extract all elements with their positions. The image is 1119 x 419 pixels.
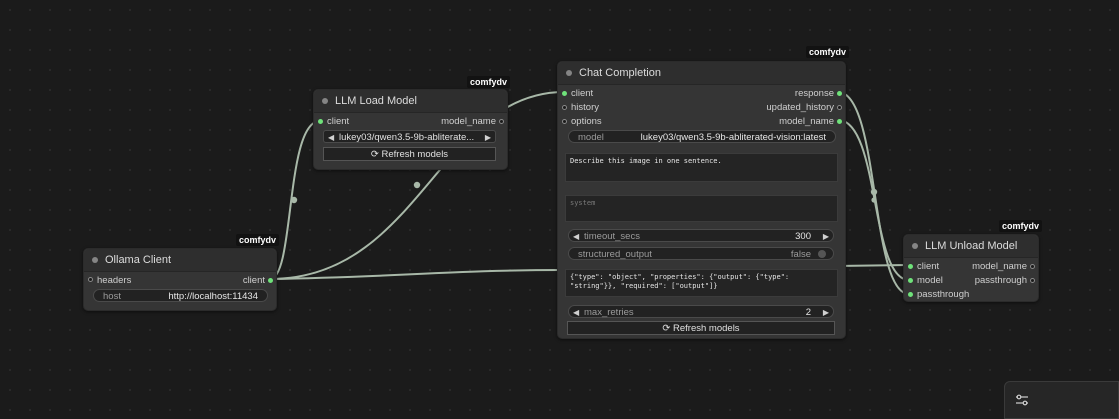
wire-client-to-chat-lower bbox=[269, 269, 565, 280]
output-socket-model-name[interactable] bbox=[1030, 264, 1035, 269]
input-label-client: client bbox=[327, 116, 350, 127]
model-value: lukey03/qwen3.5-9b-abliterated-vision:la… bbox=[640, 132, 826, 143]
wire-response-to-passthrough bbox=[837, 91, 910, 295]
output-socket-client[interactable] bbox=[268, 278, 273, 283]
arrow-left-icon[interactable]: ◀ bbox=[573, 306, 579, 319]
host-label: host bbox=[103, 291, 121, 302]
model-combo[interactable]: ◀ lukey03/qwen3.5-9b-abliterate... ▶ bbox=[323, 130, 496, 143]
node-title: LLM Load Model bbox=[335, 95, 417, 107]
prompt-textarea[interactable]: Describe this image in one sentence. bbox=[565, 153, 838, 182]
input-label-options: options bbox=[571, 116, 602, 127]
wire-reroute-dot[interactable] bbox=[871, 197, 877, 203]
collapse-dot-icon[interactable] bbox=[322, 98, 328, 104]
wire-client-to-unload-client bbox=[835, 264, 910, 267]
wire-model-name-to-model bbox=[837, 119, 910, 281]
structured-output-label: structured_output bbox=[578, 249, 652, 260]
output-label-passthrough: passthrough bbox=[974, 275, 1027, 286]
llm-unload-model-node[interactable]: LLM Unload Model client model passthroug… bbox=[903, 234, 1039, 302]
sliders-icon[interactable] bbox=[1015, 393, 1029, 407]
node-title-bar[interactable]: Chat Completion bbox=[558, 62, 845, 85]
output-socket-response[interactable] bbox=[837, 91, 842, 96]
host-field[interactable]: host http://localhost:11434 bbox=[93, 289, 268, 302]
node-title: LLM Unload Model bbox=[925, 240, 1018, 252]
output-label-model-name: model_name bbox=[441, 116, 496, 127]
toggle-knob-icon[interactable] bbox=[818, 250, 826, 258]
model-value: lukey03/qwen3.5-9b-abliterate... bbox=[339, 132, 475, 143]
host-value: http://localhost:11434 bbox=[168, 291, 258, 302]
node-title-bar[interactable]: Ollama Client bbox=[84, 249, 276, 272]
collapse-dot-icon[interactable] bbox=[912, 243, 918, 249]
node-badge: comfydv bbox=[467, 76, 511, 88]
refresh-models-button[interactable]: ⟳ Refresh models bbox=[323, 147, 496, 161]
input-label-passthrough: passthrough bbox=[917, 289, 970, 300]
canvas-settings-panel[interactable] bbox=[1004, 381, 1119, 419]
node-badge: comfydv bbox=[236, 234, 280, 246]
input-label-model: model bbox=[917, 275, 943, 286]
output-label-model-name: model_name bbox=[972, 261, 1027, 272]
system-textarea[interactable]: system bbox=[565, 195, 838, 222]
input-label-headers: headers bbox=[97, 275, 132, 286]
wire-reroute-dot[interactable] bbox=[413, 181, 421, 189]
input-label-client: client bbox=[571, 88, 594, 99]
input-label-client: client bbox=[917, 261, 940, 272]
node-title-bar[interactable]: LLM Load Model bbox=[314, 90, 507, 113]
timeout-secs-stepper[interactable]: ◀ timeout_secs 300 ▶ bbox=[568, 229, 834, 242]
wire-reroute-dot[interactable] bbox=[290, 196, 298, 204]
max-retries-value: 2 bbox=[805, 307, 811, 318]
max-retries-stepper[interactable]: ◀ max_retries 2 ▶ bbox=[568, 305, 834, 318]
node-title-bar[interactable]: LLM Unload Model bbox=[904, 235, 1038, 258]
node-badge: comfydv bbox=[806, 46, 850, 58]
llm-load-model-node[interactable]: LLM Load Model client model_name ◀ lukey… bbox=[313, 89, 508, 170]
timeout-value: 300 bbox=[795, 231, 811, 242]
structured-output-toggle[interactable]: structured_output false bbox=[568, 247, 834, 260]
output-socket-updated-history[interactable] bbox=[837, 105, 842, 110]
collapse-dot-icon[interactable] bbox=[566, 70, 572, 76]
output-label-updated-history: updated_history bbox=[766, 102, 834, 113]
output-socket-model-name[interactable] bbox=[499, 119, 504, 124]
node-title: Ollama Client bbox=[105, 254, 172, 266]
arrow-left-icon[interactable]: ◀ bbox=[328, 131, 334, 144]
arrow-right-icon[interactable]: ▶ bbox=[823, 230, 829, 243]
model-label: model bbox=[578, 132, 604, 143]
output-socket-model-name[interactable] bbox=[837, 119, 842, 124]
arrow-right-icon[interactable]: ▶ bbox=[823, 306, 829, 319]
structured-output-value: false bbox=[790, 249, 811, 260]
ollama-client-node[interactable]: Ollama Client headers client host http:/… bbox=[83, 248, 277, 311]
chat-completion-node[interactable]: Chat Completion client history options r… bbox=[557, 61, 846, 339]
timeout-label: timeout_secs bbox=[584, 231, 640, 242]
refresh-models-button[interactable]: ⟳ Refresh models bbox=[567, 321, 835, 335]
node-badge: comfydv bbox=[999, 220, 1043, 232]
schema-textarea[interactable]: {"type": "object", "properties": {"outpu… bbox=[565, 269, 838, 297]
output-socket-passthrough[interactable] bbox=[1030, 278, 1035, 283]
node-title: Chat Completion bbox=[579, 67, 661, 79]
input-label-history: history bbox=[571, 102, 599, 113]
arrow-right-icon[interactable]: ▶ bbox=[485, 131, 491, 144]
output-label-model-name: model_name bbox=[779, 116, 834, 127]
model-field[interactable]: model lukey03/qwen3.5-9b-abliterated-vis… bbox=[568, 130, 836, 143]
collapse-dot-icon[interactable] bbox=[92, 257, 98, 263]
wire-reroute-dot[interactable] bbox=[870, 188, 878, 196]
max-retries-label: max_retries bbox=[584, 307, 634, 318]
arrow-left-icon[interactable]: ◀ bbox=[573, 230, 579, 243]
